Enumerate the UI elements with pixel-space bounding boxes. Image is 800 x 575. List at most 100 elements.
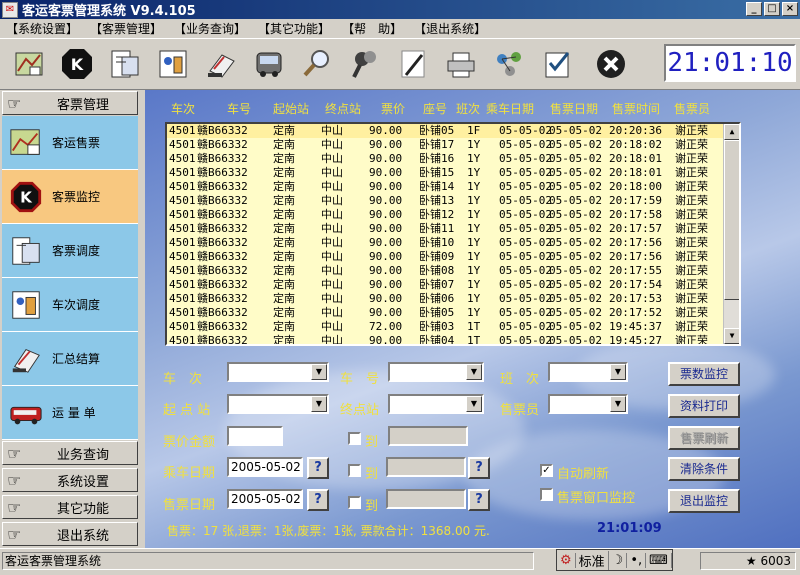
vertical-scrollbar[interactable]: ▲ ▼: [723, 124, 739, 344]
table-row[interactable]: 4501 赣B66332 定南 中山 90.00 卧铺09 1Y 05-05-02 05-05-…: [167, 250, 727, 264]
table-row[interactable]: 4501 赣B66332 定南 中山 90.00 卧铺15 1Y 05-05-02 05-05-…: [167, 166, 727, 180]
price-to-checkbox[interactable]: [348, 432, 361, 445]
sidebar-item-summary[interactable]: 汇总结算: [2, 332, 138, 386]
table-row[interactable]: 4501 赣B66332 定南 中山 90.00 卧铺12 1Y 05-05-02 05-05-…: [167, 208, 727, 222]
scroll-up-icon[interactable]: ▲: [724, 124, 739, 140]
punctuation-icon[interactable]: •,: [627, 552, 647, 568]
close-button[interactable]: ×: [782, 2, 798, 16]
price-from-input[interactable]: [227, 426, 283, 446]
column-header[interactable]: 乘车日期: [486, 100, 534, 117]
ride-date-to-input[interactable]: [386, 457, 466, 477]
ticket-monitor-button[interactable]: 票数监控: [668, 362, 740, 386]
train-no-select[interactable]: ▼: [227, 362, 329, 382]
k-monitor-icon[interactable]: K: [58, 45, 96, 83]
ticket-dispatch-icon[interactable]: [106, 45, 144, 83]
ime-icon[interactable]: ⚙: [557, 552, 576, 568]
window-monitor-checkbox[interactable]: [540, 488, 553, 501]
maximize-button[interactable]: □: [764, 2, 780, 16]
close-icon[interactable]: [592, 45, 630, 83]
sidebar-item-ticket-monitor[interactable]: K 客票监控: [2, 170, 138, 224]
refresh-button[interactable]: 售票刷新: [668, 426, 740, 450]
sidebar-item-schedule-dispatch[interactable]: 车次调度: [2, 278, 138, 332]
auto-refresh-checkbox[interactable]: ✓: [540, 464, 553, 477]
table-row[interactable]: 4501 赣B66332 定南 中山 90.00 卧铺11 1Y 05-05-02 05-05-…: [167, 222, 727, 236]
sale-date-to-input[interactable]: [386, 489, 466, 509]
sidebar-item-ticket-dispatch[interactable]: 客票调度: [2, 224, 138, 278]
ime-mode[interactable]: 标准: [576, 550, 609, 570]
scroll-down-icon[interactable]: ▼: [724, 328, 739, 344]
exit-monitor-button[interactable]: 退出监控: [668, 489, 740, 513]
ride-date-to-checkbox[interactable]: [348, 464, 361, 477]
column-header[interactable]: 车次: [171, 100, 195, 117]
column-header[interactable]: 班次: [456, 100, 480, 117]
bus-icon[interactable]: [250, 45, 288, 83]
ime-toolbar[interactable]: ⚙ 标准 ☽ •, ⌨: [556, 549, 673, 571]
table-row[interactable]: 4501 赣B66332 定南 中山 90.00 卧铺05 1F 05-05-02 05-05-…: [167, 124, 727, 138]
menu-system-settings[interactable]: 【系统设置】: [6, 20, 78, 37]
search-people-icon[interactable]: [346, 45, 384, 83]
seller-select[interactable]: ▼: [548, 394, 628, 414]
magnifier-icon[interactable]: [298, 45, 336, 83]
table-row[interactable]: 4501 赣B66332 定南 中山 90.00 卧铺10 1Y 05-05-02 05-05-…: [167, 236, 727, 250]
keyboard-icon[interactable]: ⌨: [646, 552, 672, 568]
menu-other-functions[interactable]: 【其它功能】: [258, 20, 330, 37]
sale-date-to-picker[interactable]: ?: [468, 489, 490, 511]
column-header[interactable]: 售票时间: [612, 100, 660, 117]
column-header[interactable]: 座号: [423, 100, 447, 117]
schedule-dispatch-icon[interactable]: [154, 45, 192, 83]
table-row[interactable]: 4501 赣B66332 定南 中山 90.00 卧铺17 1Y 05-05-02 05-05-…: [167, 138, 727, 152]
ticket-sale-icon[interactable]: [10, 45, 48, 83]
sidebar-section-ticket-management[interactable]: ☞ 客票管理: [2, 91, 138, 115]
table-row[interactable]: 4501 赣B66332 定南 中山 72.00 卧铺03 1T 05-05-02 05-05-…: [167, 320, 727, 334]
sidebar-item-traffic-sheet[interactable]: 运 量 单: [2, 386, 138, 440]
column-header[interactable]: 售票员: [674, 100, 710, 117]
chevron-down-icon[interactable]: ▼: [311, 396, 327, 412]
table-row[interactable]: 4501 赣B66332 定南 中山 90.00 卧铺13 1Y 05-05-02 05-05-…: [167, 194, 727, 208]
sidebar-section-system-settings[interactable]: ☞ 系统设置: [2, 468, 138, 492]
table-row[interactable]: 4501 赣B66332 定南 中山 90.00 卧铺16 1Y 05-05-02 05-05-…: [167, 152, 727, 166]
network-icon[interactable]: [490, 45, 528, 83]
sidebar-section-business-query[interactable]: ☞ 业务查询: [2, 441, 138, 465]
printer-icon[interactable]: [442, 45, 480, 83]
checklist-icon[interactable]: [538, 45, 576, 83]
ride-date-from-picker[interactable]: ?: [307, 457, 329, 479]
pen-icon[interactable]: [394, 45, 432, 83]
minimize-button[interactable]: _: [746, 2, 762, 16]
table-row[interactable]: 4501 赣B66332 定南 中山 90.00 卧铺14 1Y 05-05-02 05-05-…: [167, 180, 727, 194]
table-row[interactable]: 4501 赣B66332 定南 中山 90.00 卧铺07 1Y 05-05-02 05-05-…: [167, 278, 727, 292]
shift-select[interactable]: ▼: [548, 362, 628, 382]
moon-icon[interactable]: ☽: [609, 552, 628, 568]
menu-exit[interactable]: 【退出系统】: [414, 20, 486, 37]
sidebar-item-ticket-sale[interactable]: 客运售票: [2, 116, 138, 170]
chevron-down-icon[interactable]: ▼: [311, 364, 327, 380]
bus-no-select[interactable]: ▼: [388, 362, 484, 382]
menu-help[interactable]: 【帮 助】: [342, 20, 402, 37]
chevron-down-icon[interactable]: ▼: [610, 364, 626, 380]
clear-conditions-button[interactable]: 清除条件: [668, 457, 740, 481]
summary-report-icon[interactable]: [202, 45, 240, 83]
start-station-select[interactable]: ▼: [227, 394, 329, 414]
table-row[interactable]: 4501 赣B66332 定南 中山 90.00 卧铺05 1Y 05-05-02 05-05-…: [167, 306, 727, 320]
ride-date-to-picker[interactable]: ?: [468, 457, 490, 479]
table-row[interactable]: 4501 赣B66332 定南 中山 90.00 卧铺04 1T 05-05-02 05-05-…: [167, 334, 727, 344]
ride-date-from-input[interactable]: 2005-05-02: [227, 457, 303, 477]
menu-business-query[interactable]: 【业务查询】: [174, 20, 246, 37]
sale-date-to-checkbox[interactable]: [348, 496, 361, 509]
end-station-select[interactable]: ▼: [388, 394, 484, 414]
table-row[interactable]: 4501 赣B66332 定南 中山 90.00 卧铺06 1Y 05-05-02 05-05-…: [167, 292, 727, 306]
sidebar-section-exit[interactable]: ☞ 退出系统: [2, 522, 138, 546]
chevron-down-icon[interactable]: ▼: [466, 364, 482, 380]
price-to-input[interactable]: [388, 426, 468, 446]
column-header[interactable]: 起始站: [273, 100, 309, 117]
table-row[interactable]: 4501 赣B66332 定南 中山 90.00 卧铺08 1Y 05-05-02 05-05-…: [167, 264, 727, 278]
column-header[interactable]: 终点站: [325, 100, 361, 117]
scroll-thumb[interactable]: [724, 140, 739, 300]
ticket-grid[interactable]: 4501 赣B66332 定南 中山 90.00 卧铺04 1T 05-05-02 05-05-…: [165, 122, 741, 346]
menu-ticket-management[interactable]: 【客票管理】: [90, 20, 162, 37]
sale-date-from-picker[interactable]: ?: [307, 489, 329, 511]
column-header[interactable]: 车号: [227, 100, 251, 117]
column-header[interactable]: 票价: [381, 100, 405, 117]
chevron-down-icon[interactable]: ▼: [610, 396, 626, 412]
print-button[interactable]: 资料打印: [668, 394, 740, 418]
column-header[interactable]: 售票日期: [550, 100, 598, 117]
